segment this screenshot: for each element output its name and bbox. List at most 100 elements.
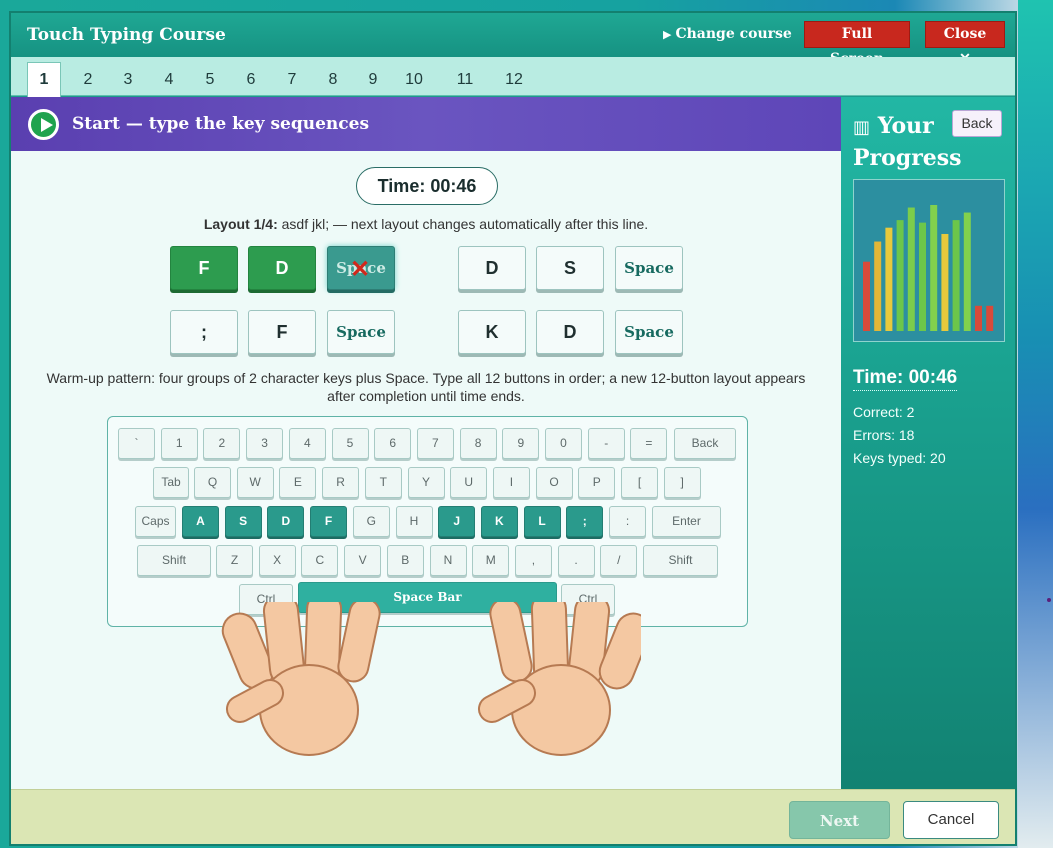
keyboard-key[interactable]: 5 xyxy=(331,428,369,459)
tab-4[interactable]: 4 xyxy=(156,65,182,95)
sequence-key[interactable]: F xyxy=(170,246,238,290)
sequence-key[interactable]: K xyxy=(458,310,526,354)
sequence-key[interactable]: D xyxy=(536,310,604,354)
start-icon[interactable] xyxy=(28,109,59,140)
sequence-key[interactable]: Space ✕ xyxy=(327,246,395,290)
change-course-link[interactable]: ▶ Change course xyxy=(663,26,792,42)
keyboard-key[interactable]: K xyxy=(480,506,518,537)
footer-bar: Next Cancel xyxy=(11,789,1015,844)
progress-title: ▥ Your Progress xyxy=(853,111,962,173)
next-button[interactable]: Next xyxy=(789,801,890,839)
background-edge xyxy=(1018,0,1053,848)
keyboard-key[interactable]: I xyxy=(492,467,530,498)
keyboard-key[interactable]: M xyxy=(472,545,510,576)
keyboard-key[interactable]: , xyxy=(514,545,552,576)
keyboard-key[interactable]: 0 xyxy=(545,428,582,459)
keyboard-key[interactable]: L xyxy=(523,506,561,537)
lesson-tabs: 1 2 3 4 5 6 7 8 9 10 11 12 xyxy=(11,57,1015,97)
keyboard-key[interactable]: ; xyxy=(566,506,604,537)
keyboard-key[interactable]: Q xyxy=(194,467,231,498)
keyboard-key[interactable]: P xyxy=(578,467,616,498)
progress-bar xyxy=(896,220,904,331)
progress-sidebar: ▥ Your Progress Back Time: 00:46 Correct… xyxy=(841,97,1015,789)
lesson-banner: Start — type the key sequences xyxy=(11,97,841,151)
tab-11[interactable]: 11 xyxy=(452,65,478,95)
keyboard-key[interactable]: ] xyxy=(663,467,701,498)
sequence-key[interactable]: D xyxy=(458,246,526,290)
keyboard-key[interactable]: G xyxy=(352,506,390,537)
close-button[interactable]: Close ✕ xyxy=(925,21,1005,67)
keyboard-key[interactable]: R xyxy=(322,467,360,498)
sequence-key[interactable]: Space xyxy=(615,246,683,290)
progress-title-text: Your Progress xyxy=(853,113,962,171)
keyboard-key[interactable]: Tab xyxy=(153,467,189,498)
keyboard-key[interactable]: A xyxy=(182,506,219,537)
keyboard-key[interactable]: : xyxy=(609,506,646,537)
keyboard-key[interactable]: W xyxy=(236,467,274,498)
keyboard-key[interactable]: Shift xyxy=(137,545,211,576)
tab-5[interactable]: 5 xyxy=(197,65,223,95)
keyboard-key[interactable]: . xyxy=(557,545,595,576)
keyboard-key[interactable]: T xyxy=(364,467,402,498)
keyboard-key[interactable]: X xyxy=(258,545,296,576)
keyboard-key[interactable]: Enter xyxy=(652,506,721,537)
sequence-key[interactable]: ; xyxy=(170,310,238,354)
keyboard-key[interactable]: 3 xyxy=(246,428,284,459)
keyboard-key[interactable]: J xyxy=(438,506,476,537)
keyboard-key[interactable]: 6 xyxy=(374,428,412,459)
keyboard-key[interactable]: Shift xyxy=(643,545,718,576)
cancel-button[interactable]: Cancel xyxy=(903,801,999,839)
sequence-key-label: ; xyxy=(201,322,207,342)
keyboard-key[interactable]: S xyxy=(224,506,262,537)
keyboard-key[interactable]: 4 xyxy=(288,428,326,459)
progress-bar xyxy=(919,222,926,331)
keyboard-key[interactable]: C xyxy=(301,545,339,576)
keyboard-key[interactable]: [ xyxy=(621,467,658,498)
tab-3[interactable]: 3 xyxy=(115,65,141,95)
keyboard-key[interactable]: 7 xyxy=(416,428,454,459)
keyboard-key[interactable]: V xyxy=(344,545,382,576)
keyboard-key[interactable]: 9 xyxy=(502,428,540,459)
tab-9[interactable]: 9 xyxy=(360,65,386,95)
sequence-key[interactable]: Space xyxy=(327,310,395,354)
keyboard-key[interactable]: 1 xyxy=(160,428,198,459)
hands-illustration xyxy=(221,602,641,756)
keyboard-key[interactable]: Back xyxy=(674,428,736,459)
sequence-key-label: D xyxy=(563,322,577,342)
back-button[interactable]: Back xyxy=(952,110,1002,137)
keyboard-key[interactable]: = xyxy=(630,428,668,459)
keyboard-key[interactable]: D xyxy=(267,506,305,537)
keyboard-key[interactable]: B xyxy=(386,545,424,576)
progress-bar xyxy=(963,212,971,331)
tab-2[interactable]: 2 xyxy=(75,65,101,95)
lesson-main: Start — type the key sequences Time: 00:… xyxy=(11,97,841,789)
keyboard-key[interactable]: H xyxy=(395,506,433,537)
keyboard-key[interactable]: 2 xyxy=(203,428,241,459)
sequence-key[interactable]: Space xyxy=(615,310,683,354)
keyboard-key[interactable]: / xyxy=(600,545,638,576)
tab-8[interactable]: 8 xyxy=(320,65,346,95)
keyboard-key[interactable]: F xyxy=(310,506,348,537)
sequence-key-label: Space xyxy=(624,259,674,277)
layout-label: Layout 1/4: xyxy=(203,216,278,232)
keyboard-key[interactable]: ` xyxy=(118,428,155,459)
sequence-key[interactable]: F xyxy=(248,310,316,354)
keyboard-key[interactable]: - xyxy=(587,428,625,459)
keys-typed-count: Keys typed: 20 xyxy=(853,450,946,466)
keyboard-key[interactable]: E xyxy=(279,467,317,498)
keyboard-key[interactable]: Y xyxy=(407,467,445,498)
keyboard-key[interactable]: O xyxy=(535,467,573,498)
keyboard-key[interactable]: N xyxy=(429,545,467,576)
tab-10[interactable]: 10 xyxy=(401,65,427,95)
tab-12[interactable]: 12 xyxy=(501,65,527,95)
keyboard-key[interactable]: Z xyxy=(216,545,253,576)
full-screen-button[interactable]: Full Screen xyxy=(804,21,910,67)
tab-1[interactable]: 1 xyxy=(27,62,61,97)
keyboard-key[interactable]: U xyxy=(450,467,488,498)
tab-6[interactable]: 6 xyxy=(238,65,264,95)
tab-7[interactable]: 7 xyxy=(279,65,305,95)
sequence-key[interactable]: D xyxy=(248,246,316,290)
keyboard-key[interactable]: Caps xyxy=(135,506,176,537)
sequence-key[interactable]: S xyxy=(536,246,604,290)
keyboard-key[interactable]: 8 xyxy=(459,428,497,459)
